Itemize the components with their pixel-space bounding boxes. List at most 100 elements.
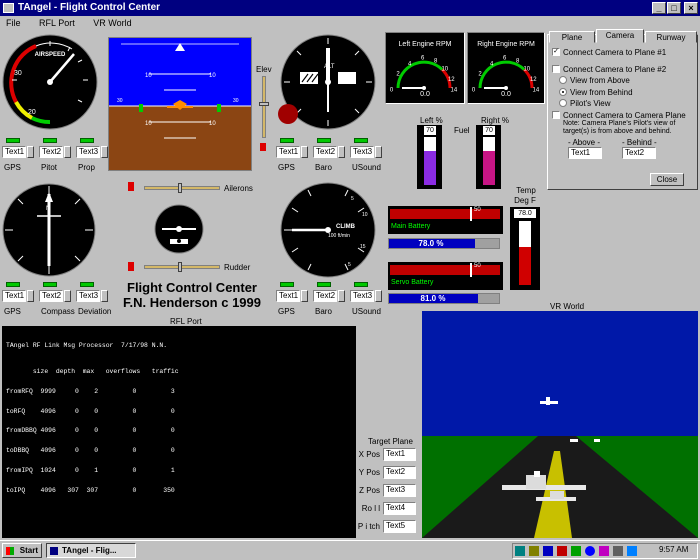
tray-antivirus-icon[interactable] — [557, 546, 567, 556]
fcc-title-line1: Flight Control Center — [127, 280, 257, 295]
target-field-input[interactable]: Text3 — [383, 484, 416, 497]
sensor-led — [317, 282, 331, 287]
app-window: TAngel - Flight Control Center _ □ × Fil… — [0, 0, 700, 560]
close-button[interactable]: × — [684, 2, 698, 14]
ailerons-slider[interactable] — [144, 186, 220, 190]
camera-plane2-checkbox[interactable] — [552, 65, 560, 73]
close-camera-button[interactable]: Close — [650, 173, 684, 186]
tab-plane[interactable]: Plane — [549, 31, 595, 43]
vr-world-view[interactable] — [422, 311, 698, 538]
spin-button[interactable] — [27, 290, 34, 302]
spin-button[interactable] — [301, 146, 308, 158]
rfl-row: toDBBQ 4096 0 0 0 0 — [6, 447, 175, 455]
main-battery-needle-value: 50 — [474, 207, 481, 213]
sensor-input[interactable]: Text1 — [2, 146, 26, 158]
minimize-button[interactable]: _ — [652, 2, 666, 14]
spin-button[interactable] — [375, 290, 382, 302]
target-field-input[interactable]: Text1 — [383, 448, 416, 461]
pilots-view-radio[interactable] — [559, 99, 567, 107]
airspeed-gauge: AIRSPEED 30 20 — [2, 32, 98, 132]
target-field-input[interactable]: Text2 — [383, 466, 416, 479]
sensor-input[interactable]: Text3 — [350, 290, 374, 302]
sensor-input[interactable]: Text2 — [313, 146, 337, 158]
menu-file[interactable]: File — [6, 18, 21, 28]
sensor-input[interactable]: Text1 — [276, 146, 300, 158]
elevator-slider[interactable] — [262, 76, 266, 138]
menu-rfl-port[interactable]: RFL Port — [39, 18, 75, 28]
sensor-input[interactable]: Text2 — [39, 290, 63, 302]
sensor-input[interactable]: Text2 — [39, 146, 63, 158]
task-tangel[interactable]: TAngel - Flig... — [46, 543, 136, 558]
vr-world-title: VR World — [550, 302, 585, 311]
sensor-row-2: Text1 GPS Text2 Compass Text3 Deviation — [2, 280, 112, 316]
sensor-led — [6, 282, 20, 287]
sensor-row-1: Text1 GPS Text2 Pitot Text3 Prop — [2, 136, 112, 176]
target-field-input[interactable]: Text4 — [383, 502, 416, 515]
tray-network-icon[interactable] — [515, 546, 525, 556]
left-rpm-tick: 12 — [448, 77, 455, 83]
sensor-led — [6, 138, 20, 143]
sensor-input[interactable]: Text1 — [276, 290, 300, 302]
target-field-input[interactable]: Text5 — [383, 520, 416, 533]
rudder-thumb[interactable] — [178, 262, 182, 272]
sensor-input[interactable]: Text2 — [313, 290, 337, 302]
temp-label: Temp — [516, 186, 536, 195]
temp-bar — [519, 246, 531, 285]
spin-button[interactable] — [375, 146, 382, 158]
rudder-indicator — [128, 262, 134, 271]
sensor-caption: GPS — [278, 163, 295, 172]
main-battery-percent-bar: 78.0 % — [388, 238, 500, 249]
right-rpm-tick: 8 — [516, 59, 520, 65]
climb-gauge: CLIMB 100 ft/min 5 10 15 5 — [278, 180, 376, 280]
tray-volume-icon[interactable] — [613, 546, 623, 556]
sensor-input[interactable]: Text3 — [76, 290, 100, 302]
spin-button[interactable] — [64, 290, 71, 302]
pitch-label: 10 — [209, 73, 216, 79]
start-button[interactable]: Start — [2, 543, 42, 558]
behind-input[interactable]: Text2 — [622, 147, 656, 159]
sensor-input[interactable]: Text3 — [76, 146, 100, 158]
ailerons-label: Ailerons — [224, 184, 253, 193]
tab-runway[interactable]: Runway — [645, 31, 697, 43]
tray-keyboard-icon[interactable] — [627, 546, 637, 556]
elevator-thumb[interactable] — [259, 102, 269, 106]
menu-vr-world[interactable]: VR World — [93, 18, 131, 28]
spin-button[interactable] — [301, 290, 308, 302]
spin-button[interactable] — [101, 146, 108, 158]
spin-button[interactable] — [27, 146, 34, 158]
maximize-button[interactable]: □ — [667, 2, 681, 14]
tray-app-icon[interactable] — [529, 546, 539, 556]
above-label: - Above - — [568, 138, 601, 147]
ailerons-thumb[interactable] — [178, 183, 182, 193]
spin-button[interactable] — [64, 146, 71, 158]
rudder-label: Rudder — [224, 263, 251, 272]
spin-button[interactable] — [338, 146, 345, 158]
right-rpm-tick: 6 — [503, 55, 507, 61]
sensor-input[interactable]: Text1 — [2, 290, 26, 302]
turn-coordinator — [154, 204, 204, 254]
camera-plane1-checkbox[interactable]: ✓ — [552, 48, 560, 56]
tray-globe-icon[interactable] — [585, 546, 595, 556]
tray-status-icon[interactable] — [571, 546, 581, 556]
tab-camera[interactable]: Camera — [596, 29, 644, 43]
above-input[interactable]: Text1 — [568, 147, 602, 159]
tray-media-icon[interactable] — [599, 546, 609, 556]
tray-monitor-icon[interactable] — [543, 546, 553, 556]
spin-button[interactable] — [101, 290, 108, 302]
sensor-led — [80, 138, 94, 143]
view-behind-radio[interactable] — [559, 88, 567, 96]
title-bar[interactable]: TAngel - Flight Control Center — [0, 0, 700, 16]
view-above-radio[interactable] — [559, 76, 567, 84]
view-behind-label: View from Behind — [570, 88, 633, 97]
sensor-led — [280, 138, 294, 143]
fuel-right-value: 70 — [483, 126, 495, 135]
app-icon[interactable] — [3, 3, 14, 13]
clock[interactable]: 9:57 AM — [659, 545, 688, 554]
fuel-left-bar — [424, 151, 436, 185]
rfl-port-console[interactable]: TAngel RF Link Msg Processor 7/17/98 N.N… — [2, 326, 356, 538]
spin-button[interactable] — [338, 290, 345, 302]
sensor-input[interactable]: Text3 — [350, 146, 374, 158]
rudder-slider[interactable] — [144, 265, 220, 269]
climb-units: 100 ft/min — [328, 233, 350, 239]
camera-plane-checkbox[interactable] — [552, 111, 560, 119]
